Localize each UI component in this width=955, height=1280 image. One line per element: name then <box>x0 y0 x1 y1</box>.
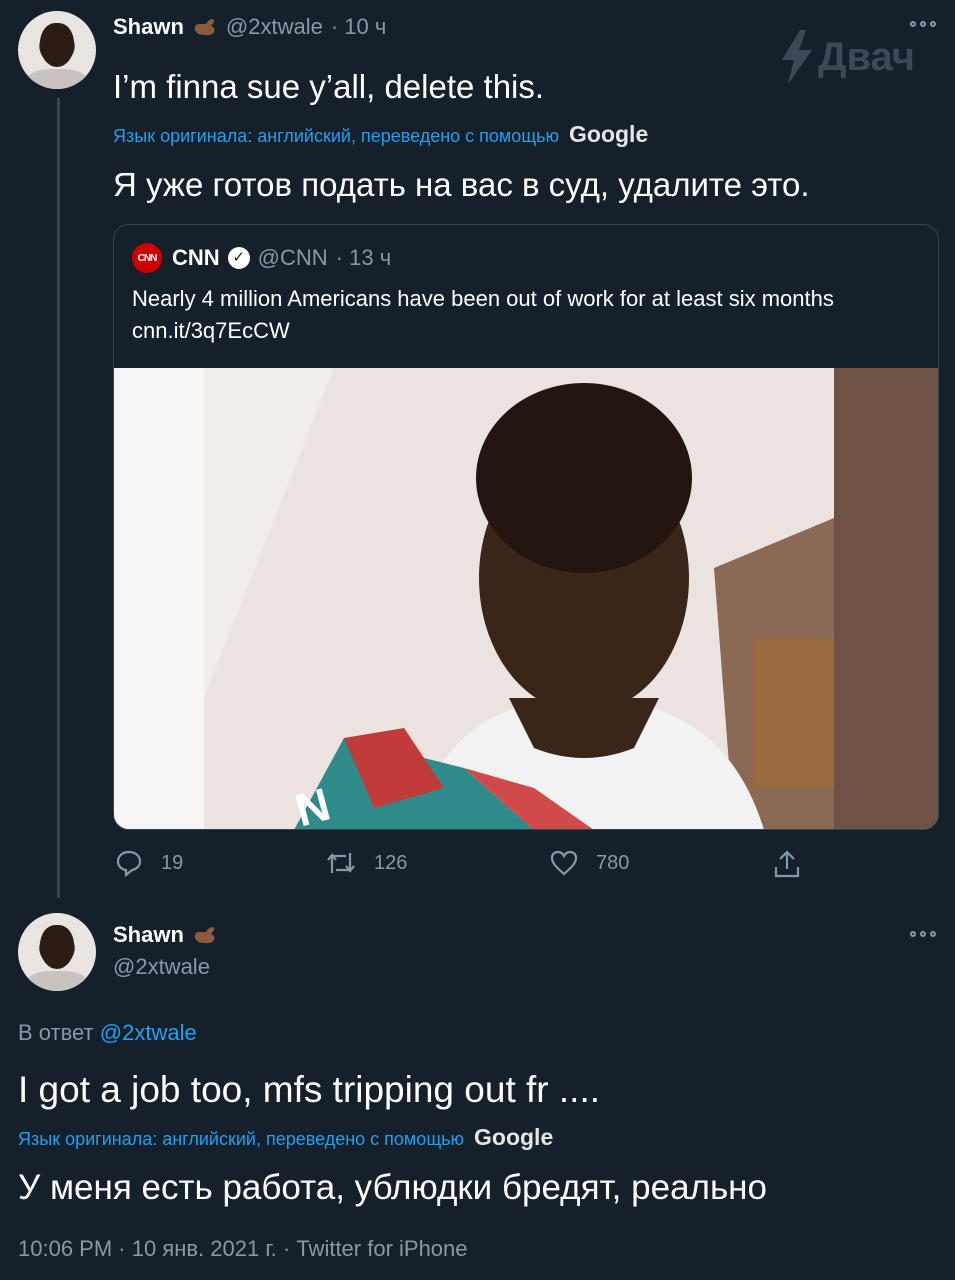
retweet-icon <box>327 853 355 873</box>
quoted-text: Nearly 4 million Americans have been out… <box>132 286 834 311</box>
translation-note-text[interactable]: Язык оригинала: английский, переведено с… <box>18 1129 464 1150</box>
google-logo: Google <box>474 1124 554 1150</box>
quoted-link[interactable]: cnn.it/3q7EcCW <box>132 318 290 344</box>
more-icon[interactable] <box>910 21 936 27</box>
lightning-icon <box>782 30 812 84</box>
avatar[interactable] <box>18 913 96 991</box>
share-icon <box>774 850 800 878</box>
retweet-count: 126 <box>374 851 408 874</box>
reply-context: В ответ @2xtwale <box>18 1020 197 1046</box>
retweet-button[interactable]: 126 <box>326 849 407 877</box>
translation-note-text[interactable]: Язык оригинала: английский, переведено с… <box>113 126 559 147</box>
translation-note: Язык оригинала: английский, переведено с… <box>18 1124 553 1151</box>
tweet2-translation: У меня есть работа, ублюдки бредят, реал… <box>18 1168 767 1207</box>
quoted-photo[interactable]: N <box>114 368 938 829</box>
quoted-tweet-header: CNN ✓ @CNN · 13 ч <box>172 245 391 271</box>
google-logo: Google <box>569 121 649 147</box>
tweet2-header: Shawn <box>113 922 218 948</box>
call-me-hand-emoji <box>194 19 215 36</box>
tweet-meta[interactable]: 10:06 PM · 10 янв. 2021 г. · Twitter for… <box>18 1236 468 1262</box>
verified-badge-icon: ✓ <box>227 247 250 269</box>
share-button[interactable] <box>773 849 801 879</box>
tweet1-translation: Я уже готов подать на вас в суд, удалите… <box>113 166 810 203</box>
reply-icon <box>116 850 142 877</box>
reply-button[interactable]: 19 <box>115 849 183 877</box>
watermark-text: Двач <box>818 34 916 79</box>
reply-to-link[interactable]: @2xtwale <box>100 1020 197 1045</box>
reply-count: 19 <box>161 851 184 874</box>
more-icon[interactable] <box>910 931 936 937</box>
selfie-image: N <box>114 368 938 829</box>
handle[interactable]: @2xtwale <box>226 14 323 40</box>
tweet2-text: I got a job too, mfs tripping out fr ...… <box>18 1069 601 1110</box>
dvach-watermark: Двач <box>778 30 915 84</box>
quoted-display-name[interactable]: CNN <box>172 245 220 271</box>
call-me-hand-emoji <box>194 927 215 944</box>
handle[interactable]: @2xtwale <box>113 954 210 980</box>
thread-line <box>57 98 60 898</box>
translation-note: Язык оригинала: английский, переведено с… <box>113 121 648 148</box>
quoted-timestamp[interactable]: · 13 ч <box>336 245 391 271</box>
like-button[interactable]: 780 <box>550 849 629 877</box>
display-name[interactable]: Shawn <box>113 14 184 40</box>
like-icon <box>550 850 578 876</box>
timestamp[interactable]: · 10 ч <box>331 14 386 40</box>
display-name[interactable]: Shawn <box>113 922 184 948</box>
tweet1-header: Shawn @2xtwale · 10 ч <box>113 14 386 40</box>
cnn-avatar[interactable]: CNN <box>132 243 162 273</box>
tweet1-text: I’m finna sue y’all, delete this. <box>113 68 545 105</box>
reply-prefix: В ответ <box>18 1020 94 1045</box>
avatar[interactable] <box>18 11 96 89</box>
quoted-tweet[interactable]: CNN CNN ✓ @CNN · 13 ч Nearly 4 million A… <box>113 224 939 830</box>
quoted-handle[interactable]: @CNN <box>258 245 328 271</box>
like-count: 780 <box>596 851 630 874</box>
